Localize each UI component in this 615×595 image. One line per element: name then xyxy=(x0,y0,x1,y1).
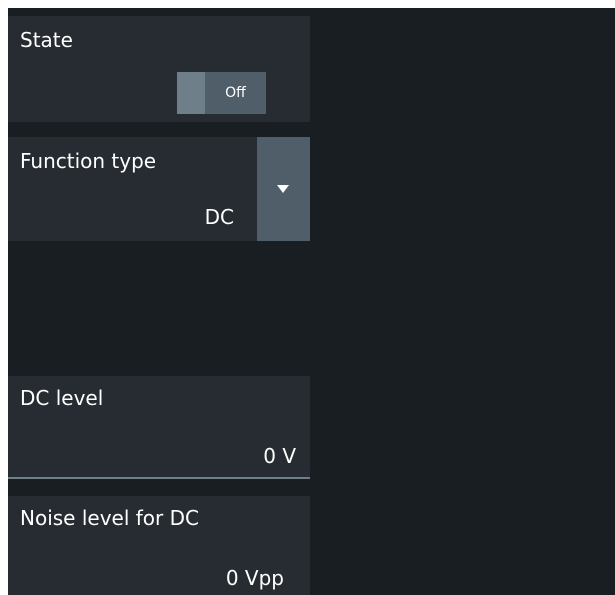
dc-level-label: DC level xyxy=(20,386,104,410)
function-type-label: Function type xyxy=(20,149,157,173)
function-type-panel[interactable]: Function type DC xyxy=(8,137,310,241)
function-type-dropdown-button[interactable] xyxy=(257,137,310,241)
noise-level-field[interactable]: Noise level for DC 0 Vpp xyxy=(8,496,310,595)
state-label: State xyxy=(20,28,73,52)
caret-down-icon xyxy=(277,185,289,193)
toggle-value: Off xyxy=(225,85,246,101)
dc-level-value[interactable]: 0 V xyxy=(263,444,296,468)
function-type-value: DC xyxy=(204,205,234,229)
field-underline xyxy=(8,477,310,479)
toggle-knob xyxy=(177,72,205,114)
settings-screen: State Off Function type DC DC level 0 V … xyxy=(8,8,615,595)
noise-level-value[interactable]: 0 Vpp xyxy=(226,566,284,590)
state-panel: State Off xyxy=(8,16,310,122)
noise-level-label: Noise level for DC xyxy=(20,506,199,530)
dc-level-field[interactable]: DC level 0 V xyxy=(8,376,310,479)
state-toggle[interactable]: Off xyxy=(177,72,266,114)
